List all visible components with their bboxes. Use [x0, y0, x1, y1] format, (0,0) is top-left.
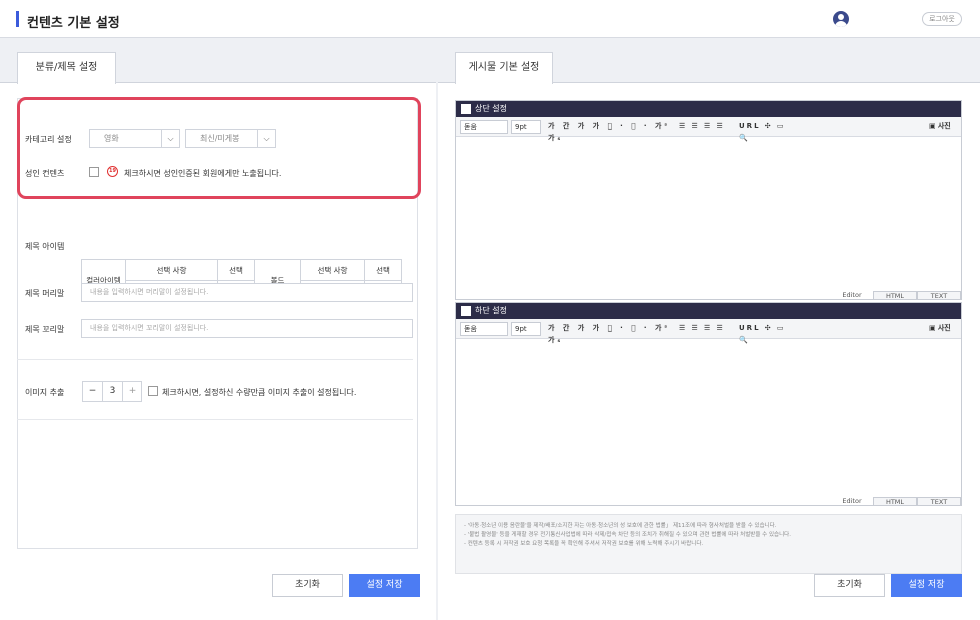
page-title: 컨텐츠 기본 설정 — [27, 16, 120, 31]
mode-text-tab[interactable]: TEXT — [917, 497, 961, 506]
bottom-editor-header: 하단 설정 — [456, 303, 961, 319]
photo-label: 사진 — [937, 122, 951, 130]
top-editor-title: 상단 설정 — [475, 104, 507, 113]
classification-panel: 분류/제목 설정 카테고리 설정 영화 ⌵ 최신/미게봉 ⌵ 성인 컨텐츠 19… — [0, 38, 436, 620]
age-19-icon: 19 — [107, 166, 118, 177]
photo-button[interactable]: ▣ 사진 — [926, 322, 958, 336]
editor-mode-tabs: Editor HTML TEXT — [831, 291, 961, 300]
chevron-down-icon: ⌵ — [257, 130, 275, 147]
editor-mode-tabs: Editor HTML TEXT — [831, 497, 961, 506]
post-settings-panel: 게시물 기본 설정 상단 설정 돋움 9pt 가 간 가 가 가̲ · 🖍 · … — [438, 38, 980, 620]
font-size-select[interactable]: 9pt — [511, 120, 541, 134]
top-editor-checkbox[interactable] — [461, 104, 471, 114]
notice-line: - '아동·청소년 이용 음란물'을 제작/배포/소지한 자는 아동·청소년의 … — [464, 523, 777, 529]
divider — [17, 359, 413, 360]
bottom-editor: 하단 설정 돋움 9pt 가 간 가 가 가̲ · 🖍 · 가ˢ 가ₛ ☰ ☰ … — [455, 302, 962, 506]
bottom-editor-title: 하단 설정 — [475, 306, 507, 315]
mode-html-tab[interactable]: HTML — [873, 291, 917, 300]
font-select[interactable]: 돋움 — [460, 322, 508, 336]
url-button[interactable]: URL — [739, 122, 761, 130]
stepper-value[interactable]: 3 — [103, 382, 122, 401]
editor-toolbar: 돋움 9pt 가 간 가 가 가̲ · 🖍 · 가ˢ 가ₛ ☰ ☰ ☰ ☰ UR… — [456, 117, 961, 142]
title-accent-bar — [16, 11, 19, 27]
tab-post-settings[interactable]: 게시물 기본 설정 — [455, 52, 553, 84]
photo-label: 사진 — [937, 324, 951, 332]
adult-content-checkbox[interactable] — [89, 167, 99, 177]
save-settings-button[interactable]: 설정 저장 — [349, 574, 420, 597]
align-buttons[interactable]: ☰ ☰ ☰ ☰ — [676, 322, 732, 336]
category-select-secondary-value: 최신/미게봉 — [200, 134, 240, 143]
font-size-select[interactable]: 9pt — [511, 322, 541, 336]
photo-button[interactable]: ▣ 사진 — [926, 120, 958, 134]
reset-button[interactable]: 초기화 — [272, 574, 343, 597]
url-button[interactable]: URL — [739, 324, 761, 332]
title-suffix-label: 제목 꼬리말 — [25, 325, 65, 334]
title-prefix-input[interactable]: 내용을 입력하시면 머리말이 설정됩니다. — [81, 283, 413, 302]
notice-line: - 컨텐츠 등록 시 저작권 보호 요청 목록을 꼭 확인해 주셔서 저작권 보… — [464, 541, 704, 547]
editor-toolbar: 돋움 9pt 가 간 가 가 가̲ · 🖍 · 가ˢ 가ₛ ☰ ☰ ☰ ☰ UR… — [456, 319, 961, 344]
color-select-header: 선택 — [217, 259, 255, 281]
minus-button[interactable]: − — [83, 382, 103, 401]
align-buttons[interactable]: ☰ ☰ ☰ ☰ — [676, 120, 732, 134]
highlight-outline — [17, 97, 421, 199]
tab-classification[interactable]: 분류/제목 설정 — [17, 52, 116, 84]
bold-select-header: 선택 — [364, 259, 402, 281]
adult-content-text: 체크하시면 성인인증된 회원에게만 노출됩니다. — [124, 169, 282, 178]
image-extract-checkbox[interactable] — [148, 386, 158, 396]
reset-button[interactable]: 초기화 — [814, 574, 885, 597]
legal-notice: - '아동·청소년 이용 음란물'을 제작/배포/소지한 자는 아동·청소년의 … — [455, 514, 962, 574]
mode-text-tab[interactable]: TEXT — [917, 291, 961, 300]
plus-button[interactable]: + — [122, 382, 142, 401]
title-item-label: 제목 아이템 — [25, 242, 65, 251]
format-buttons[interactable]: 가 간 가 가 가̲ · 🖍 · 가ˢ 가ₛ — [545, 322, 673, 344]
image-extract-stepper: − 3 + — [82, 381, 142, 402]
bottom-editor-checkbox[interactable] — [461, 306, 471, 316]
font-select[interactable]: 돋움 — [460, 120, 508, 134]
image-extract-text: 체크하시면, 설정하신 수량만큼 이미지 추출이 설정됩니다. — [162, 388, 357, 397]
chevron-down-icon: ⌵ — [161, 130, 179, 147]
save-settings-button[interactable]: 설정 저장 — [891, 574, 962, 597]
image-extract-label: 이미지 추출 — [25, 388, 65, 397]
mode-html-tab[interactable]: HTML — [873, 497, 917, 506]
category-label: 카테고리 설정 — [25, 135, 72, 144]
category-select-primary-value: 영화 — [104, 134, 119, 143]
category-select-primary[interactable]: 영화 ⌵ — [89, 129, 180, 148]
top-bar: 컨텐츠 기본 설정 로그아웃 — [0, 0, 980, 38]
adult-content-label: 성인 컨텐츠 — [25, 169, 65, 178]
mode-editor-tab[interactable]: Editor — [831, 497, 873, 505]
title-prefix-label: 제목 머리말 — [25, 289, 65, 298]
mode-editor-tab[interactable]: Editor — [831, 291, 873, 299]
top-editor-header: 상단 설정 — [456, 101, 961, 117]
avatar-icon[interactable] — [833, 11, 849, 27]
insert-buttons[interactable]: URL ✣ ▭ 🔍 — [736, 322, 792, 344]
top-editor: 상단 설정 돋움 9pt 가 간 가 가 가̲ · 🖍 · 가ˢ 가ₛ ☰ ☰ … — [455, 100, 962, 300]
logout-button[interactable]: 로그아웃 — [922, 12, 962, 26]
category-select-secondary[interactable]: 최신/미게봉 ⌵ — [185, 129, 276, 148]
left-tab-strip: 분류/제목 설정 — [0, 38, 436, 84]
insert-buttons[interactable]: URL ✣ ▭ 🔍 — [736, 120, 792, 142]
title-suffix-input[interactable]: 내용을 입력하시면 꼬리말이 설정됩니다. — [81, 319, 413, 338]
notice-line: - '불법 촬영물' 등을 게재할 경우 전기통신사업법에 따라 삭제/접속 차… — [464, 532, 791, 538]
divider — [17, 419, 413, 420]
format-buttons[interactable]: 가 간 가 가 가̲ · 🖍 · 가ˢ 가ₛ — [545, 120, 673, 142]
bold-options-header: 선택 사항 — [300, 259, 365, 281]
color-options-header: 선택 사항 — [125, 259, 218, 281]
right-tab-strip: 게시물 기본 설정 — [438, 38, 980, 84]
